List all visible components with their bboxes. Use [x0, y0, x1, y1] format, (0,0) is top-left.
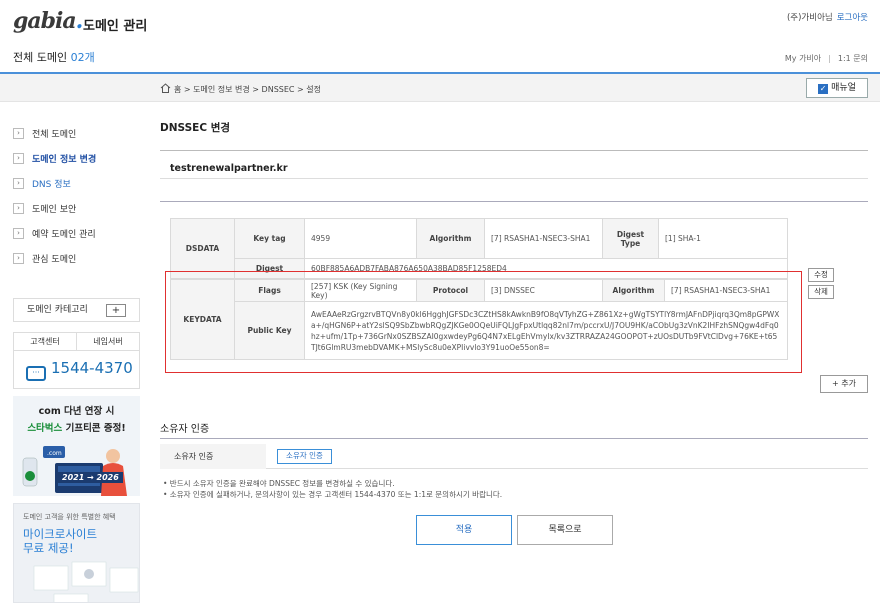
sub-nav: My 가비아 | 1:1 문의: [785, 53, 868, 64]
sidebar-item-dns-info[interactable]: › DNS 정보: [13, 171, 96, 196]
owner-verify-button[interactable]: 소유자 인증: [277, 449, 332, 464]
user-name: (주)가비아님: [786, 13, 833, 23]
section-divider: [160, 201, 868, 202]
edit-button[interactable]: 수정: [808, 268, 834, 282]
promo-banner-starbucks[interactable]: com 다년 연장 시 스타벅스 기프티콘 증정! .com 2021 → 20…: [13, 396, 140, 496]
chevron-right-icon: ›: [13, 153, 24, 164]
back-to-list-button[interactable]: 목록으로: [517, 515, 613, 545]
cs-phone-suffix: 4370: [94, 359, 133, 377]
chevron-right-icon: ›: [13, 253, 24, 264]
promo1-line1: com 다년 연장 시: [38, 406, 115, 417]
promo1-badge: .com: [47, 450, 62, 457]
home-icon[interactable]: [160, 83, 171, 93]
title-divider: [160, 150, 868, 151]
category-label: 도메인 카테고리: [27, 305, 88, 315]
ds-algorithm-value: [7] RSASHA1-NSEC3-SHA1: [484, 218, 603, 259]
chevron-right-icon: ›: [13, 228, 24, 239]
breadcrumb-path: > 도메인 정보 변경 > DNSSEC > 설정: [181, 85, 322, 94]
owner-verify-row: 소유자 인증 소유자 인증: [160, 444, 868, 469]
sidebar-item-domain-info-change[interactable]: › 도메인 정보 변경: [13, 146, 96, 171]
sidebar-item-reserved-domains[interactable]: › 예약 도메인 관리: [13, 221, 96, 246]
owner-verify-label: 소유자 인증: [160, 444, 266, 469]
gabia-logo[interactable]: gabia.: [13, 8, 84, 34]
owner-verify-title: 소유자 인증: [160, 424, 210, 435]
domain-category: 도메인 카테고리 +: [13, 298, 140, 322]
sidebar-item-all-domains[interactable]: › 전체 도메인: [13, 121, 96, 146]
add-button[interactable]: + 추가: [820, 375, 868, 393]
promo1-years: 2021 → 2026: [58, 472, 123, 483]
promo1-gift: 기프티콘 증정!: [62, 423, 126, 434]
delete-button[interactable]: 삭제: [808, 285, 834, 299]
note-1: • 반드시 소유자 인증을 완료해야 DNSSEC 정보를 변경하실 수 있습니…: [163, 479, 395, 488]
category-add-button[interactable]: +: [106, 304, 126, 317]
sidebar-item-favorite-domains[interactable]: › 관심 도메인: [13, 246, 96, 271]
chat-icon: ···: [26, 366, 46, 381]
microsite-illustration: [33, 561, 139, 602]
apply-button[interactable]: 적용: [416, 515, 512, 545]
my-gabia-link[interactable]: My 가비아: [785, 54, 821, 63]
promo2-big1: 마이크로사이트: [23, 527, 98, 541]
cs-phone: ··· 1544-4370: [14, 351, 139, 381]
keydata-highlight-frame: [165, 271, 802, 373]
ds-algorithm-label: Algorithm: [416, 218, 485, 259]
promo1-line2: 스타벅스 기프티콘 증정!: [13, 420, 140, 434]
breadcrumb: 홈 > 도메인 정보 변경 > DNSSEC > 설정: [160, 83, 321, 95]
chevron-right-icon: ›: [13, 128, 24, 139]
digest-type-value: [1] SHA-1: [658, 218, 788, 259]
tab-customer-center[interactable]: 고객센터: [14, 333, 77, 350]
domain-name: testrenewalpartner.kr: [170, 163, 288, 174]
owner-divider: [160, 438, 868, 439]
manual-label: 매뉴얼: [831, 83, 856, 93]
sidebar-menu: › 전체 도메인 › 도메인 정보 변경 › DNS 정보 › 도메인 보안 › 예약 도…: [13, 121, 96, 271]
check-icon: ✓: [818, 84, 829, 94]
cs-phone-prefix: 1544-: [51, 359, 95, 377]
domain-divider: [160, 178, 868, 179]
inquiry-link[interactable]: 1:1 문의: [838, 54, 868, 63]
promo2-small: 도메인 고객을 위한 특별한 혜택: [23, 513, 116, 521]
promo1-starbucks: 스타벅스: [27, 423, 63, 434]
service-title: 도메인 관리: [83, 19, 148, 34]
logout-link[interactable]: 로그아웃: [837, 13, 868, 23]
chevron-right-icon: ›: [13, 178, 24, 189]
domain-count: 전체 도메인 02개: [13, 49, 95, 65]
dsdata-table: DSDATA Key tag 4959 Algorithm [7] RSASHA…: [170, 218, 788, 279]
breadcrumb-bar: 홈 > 도메인 정보 변경 > DNSSEC > 설정 ✓ 매뉴얼: [0, 74, 880, 102]
logo-text: gabia: [13, 8, 77, 34]
domain-count-label: 전체 도메인: [13, 51, 68, 64]
logo-dot: .: [75, 8, 84, 34]
keytag-label: Key tag: [234, 218, 305, 259]
note-2: • 소유자 인증에 실패하거나, 문의사항이 있는 경우 고객센터 1544-4…: [163, 490, 503, 499]
customer-center-box: 고객센터 네임서버 ··· 1544-4370: [13, 332, 140, 389]
digest-type-label: Digest Type: [602, 218, 659, 259]
promo-illustration: .com: [22, 446, 127, 496]
dsdata-section-label: DSDATA: [170, 218, 235, 279]
nav-separator: |: [828, 54, 831, 63]
notes: • 반드시 소유자 인증을 완료해야 DNSSEC 정보를 변경하실 수 있습니…: [163, 478, 502, 500]
domain-count-value: 02개: [70, 51, 95, 64]
promo-banner-microsite[interactable]: 도메인 고객을 위한 특별한 혜택 마이크로사이트 무료 제공!: [13, 503, 140, 603]
keytag-value: 4959: [304, 218, 417, 259]
sidebar-item-domain-security[interactable]: › 도메인 보안: [13, 196, 96, 221]
user-area: (주)가비아님 로그아웃: [787, 11, 868, 23]
promo2-big2: 무료 제공!: [23, 541, 74, 555]
page-title: DNSSEC 변경: [160, 122, 231, 134]
tab-name-server[interactable]: 네임서버: [77, 333, 139, 350]
manual-button[interactable]: ✓ 매뉴얼: [806, 78, 868, 98]
chevron-right-icon: ›: [13, 203, 24, 214]
